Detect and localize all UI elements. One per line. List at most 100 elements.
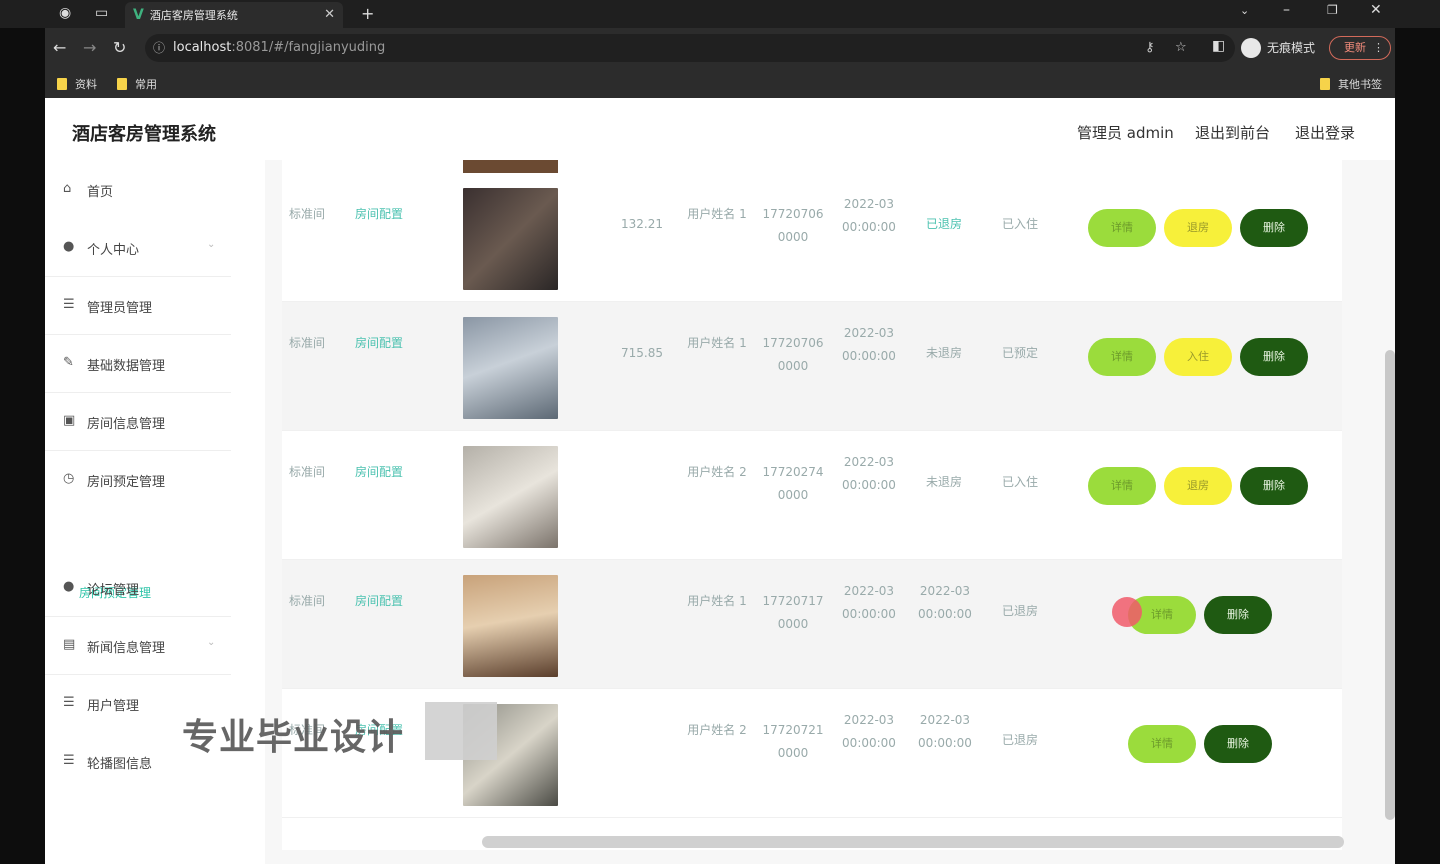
sidebar-item-label: 论坛管理	[87, 583, 140, 598]
user-name: 用户姓名 2	[687, 465, 747, 479]
checkout-button[interactable]: 退房	[1164, 467, 1232, 505]
chevron-down-icon: ⌄	[207, 637, 216, 648]
sidebar-item-label: 首页	[87, 185, 114, 200]
room-type: 标准间	[288, 336, 325, 350]
detail-button[interactable]: 详情	[1088, 209, 1156, 247]
checkout-status: 已退房	[925, 217, 962, 231]
info-icon[interactable]: ⓘ	[153, 34, 165, 62]
tab-title: 酒店客房管理系统	[149, 9, 238, 22]
checkout-status: 已退房	[1001, 604, 1038, 618]
logout-link[interactable]: 退出登录	[1295, 122, 1355, 143]
front-link[interactable]: 退出到前台	[1195, 122, 1270, 143]
key-icon[interactable]: ⚷	[1145, 34, 1155, 62]
back-icon[interactable]: ←	[53, 38, 66, 57]
phone: 17720721 0000	[762, 723, 824, 760]
room-thumbnail	[463, 160, 558, 173]
booking-status: 已入住	[1001, 475, 1038, 489]
sidebar-item-label: 基础数据管理	[87, 359, 166, 374]
vertical-scrollbar[interactable]	[1385, 350, 1395, 820]
chevron-down-icon: ⌄	[207, 239, 216, 250]
sidebar-item-label: 用户管理	[87, 699, 140, 714]
checkout-button[interactable]: 退房	[1164, 209, 1232, 247]
sidebar-item-rooms[interactable]: ▣ 房间信息管理	[45, 392, 235, 450]
room-thumbnail	[463, 575, 558, 677]
delete-button[interactable]: 删除	[1204, 725, 1272, 763]
table-row: 标准间 房间配置 132.21 用户姓名 1 17720706 0000 202…	[282, 173, 1342, 302]
bookmark-folder[interactable]: 常用	[117, 76, 157, 92]
folder-icon	[1320, 78, 1330, 90]
tab-list-icon[interactable]: ▭	[95, 5, 108, 21]
url-path: :8081/#/fangjianyuding	[231, 40, 386, 55]
bookmark-label: 常用	[135, 78, 157, 91]
bookmark-folder[interactable]: 资料	[57, 76, 97, 92]
sidebar-item-news[interactable]: ▤ 新闻信息管理 ⌄	[45, 616, 235, 674]
window-close-icon[interactable]: ✕	[1370, 2, 1382, 18]
home-icon: ⌂	[63, 181, 72, 196]
user-name: 用户姓名 2	[687, 723, 747, 737]
sidepanel-icon[interactable]: ◧	[1212, 38, 1225, 54]
room-thumbnail	[463, 188, 558, 290]
news-icon: ▤	[63, 637, 76, 652]
detail-button[interactable]: 详情	[1088, 467, 1156, 505]
incognito-label: 无痕模式	[1267, 41, 1316, 55]
booking-status: 已预定	[1001, 346, 1038, 360]
date-in: 2022-03 00:00:00	[842, 713, 896, 750]
bookmarks-bar: 资料 常用 其他书签	[45, 68, 1395, 98]
delete-button[interactable]: 删除	[1240, 467, 1308, 505]
browser-tab[interactable]: V 酒店客房管理系统 ✕	[125, 2, 343, 28]
sidebar-item-forum[interactable]: ● 论坛管理	[45, 558, 235, 616]
admin-label: 管理员 admin	[1077, 124, 1174, 142]
sidebar-item-admin[interactable]: ☰ 管理员管理	[45, 276, 235, 334]
sidebar-item-booking[interactable]: ◷ 房间预定管理	[45, 450, 235, 508]
phone: 17720274 0000	[762, 465, 824, 502]
sidebar-item-basedata[interactable]: ✎ 基础数据管理	[45, 334, 235, 392]
delete-button[interactable]: 删除	[1240, 209, 1308, 247]
folder-icon	[117, 78, 127, 90]
horizontal-scrollbar[interactable]	[482, 836, 1344, 848]
date-in: 2022-03 00:00:00	[842, 584, 896, 621]
sidebar-item-profile[interactable]: ● 个人中心 ⌄	[45, 218, 235, 276]
minimize-icon[interactable]: –	[1283, 2, 1290, 18]
room-config: 房间配置	[354, 207, 403, 221]
sidebar-item-home[interactable]: ⌂ 首页	[45, 160, 235, 218]
address-row: ← → ↻ ⓘ localhost:8081/#/fangjianyuding …	[45, 28, 1395, 68]
delete-button[interactable]: 删除	[1204, 596, 1272, 634]
checkin-button[interactable]: 入住	[1164, 338, 1232, 376]
sidebar-item-label: 个人中心	[87, 243, 140, 258]
room-config: 房间配置	[354, 336, 403, 350]
detail-button[interactable]: 详情	[1128, 725, 1196, 763]
room-thumbnail	[463, 446, 558, 548]
menu-icon[interactable]: ⋮	[1373, 37, 1384, 59]
sidebar-item-label: 轮播图信息	[87, 757, 153, 772]
list-icon: ☰	[63, 297, 75, 312]
address-bar[interactable]: ⓘ localhost:8081/#/fangjianyuding ⚷ ☆	[145, 34, 1235, 62]
vue-icon: V	[133, 7, 144, 23]
table-row: 标准间 房间配置 用户姓名 1 17720717 0000 2022-03 00…	[282, 560, 1342, 689]
cursor-indicator	[1112, 597, 1142, 627]
room-type: 标准间	[288, 207, 325, 221]
close-icon[interactable]: ✕	[324, 7, 335, 22]
folder-icon	[57, 78, 67, 90]
room-type: 标准间	[288, 465, 325, 479]
star-icon[interactable]: ☆	[1175, 34, 1187, 62]
delete-button[interactable]: 删除	[1240, 338, 1308, 376]
forward-icon[interactable]: →	[83, 38, 96, 57]
room-config: 房间配置	[354, 594, 403, 608]
checkout-status: 已退房	[1001, 733, 1038, 747]
phone: 17720706 0000	[762, 336, 824, 373]
reload-icon[interactable]: ↻	[113, 38, 126, 57]
table-row: 标准间 房间配置 用户姓名 2 17720274 0000 2022-03 00…	[282, 431, 1342, 560]
date-in: 2022-03 00:00:00	[842, 455, 896, 492]
incognito-badge[interactable]: 无痕模式	[1241, 34, 1315, 62]
app-title: 酒店客房管理系统	[72, 124, 216, 145]
update-button[interactable]: 更新 ⋮	[1329, 36, 1391, 60]
chevron-down-icon[interactable]: ⌄	[1240, 4, 1249, 17]
url-host: localhost	[173, 40, 232, 55]
sidebar-item-label: 房间预定管理	[87, 475, 166, 490]
other-bookmarks[interactable]: 其他书签	[1320, 76, 1382, 92]
restore-icon[interactable]: ❐	[1327, 3, 1338, 17]
detail-button[interactable]: 详情	[1088, 338, 1156, 376]
sidebar-item-label: 房间信息管理	[87, 417, 166, 432]
user-name: 用户姓名 1	[687, 594, 747, 608]
new-tab-icon[interactable]: +	[361, 4, 374, 23]
